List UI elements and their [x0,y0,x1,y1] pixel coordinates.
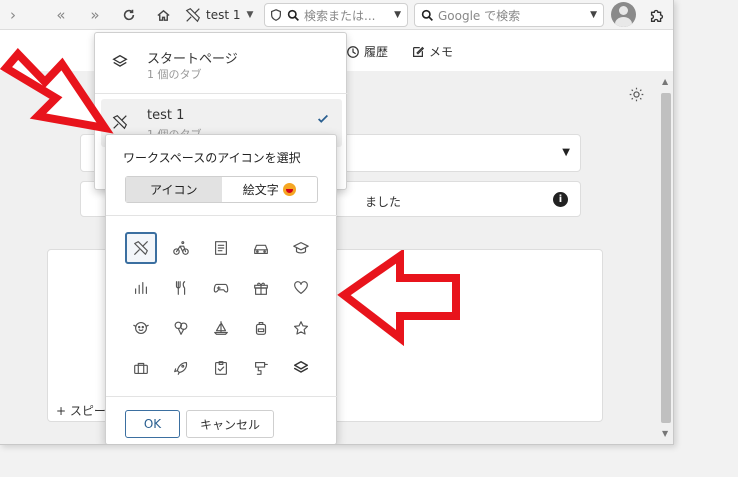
icon-picker-dialog: ワークスペースのアイコンを選択 アイコン 絵文字 OK キャンセル [105,134,338,444]
gamepad-icon[interactable] [205,272,237,304]
star-icon[interactable] [285,312,317,344]
check-icon [318,114,328,123]
face-icon[interactable] [125,312,157,344]
url-field[interactable]: 検索または... ▼ [264,3,408,27]
scrollbar[interactable]: ▲ ▼ [658,71,673,444]
layers-icon[interactable] [285,352,317,384]
extensions-icon[interactable] [646,4,668,26]
info-icon[interactable]: i [553,192,568,207]
search-engine-icon [421,9,433,21]
shield-icon [271,9,281,21]
divider [95,93,348,94]
tab-emoji[interactable]: 絵文字 [222,177,318,202]
history-bookmark[interactable]: 履歴 [346,43,388,60]
toolbar: › « » test 1 ▼ 検索または... ▼ Google で検索 ▼ [0,0,673,30]
ok-button[interactable]: OK [125,410,180,438]
balloons-icon[interactable] [165,312,197,344]
sailboat-icon[interactable] [205,312,237,344]
search-dropdown-icon[interactable]: ▼ [590,10,597,20]
briefcase-icon[interactable] [125,352,157,384]
rocket-icon[interactable] [165,352,197,384]
icon-grid [123,230,323,382]
emoji-face-icon [282,183,296,196]
speed-dial-add[interactable]: + スピー [56,402,106,419]
history-icon [347,45,359,58]
search-icon [287,9,299,21]
search-input[interactable]: Google で検索 ▼ [414,3,604,27]
bar-chart-icon[interactable] [125,272,157,304]
browser-window: › « » test 1 ▼ 検索または... ▼ Google で検索 ▼ 履… [0,0,674,445]
rewind-icon[interactable]: « [50,4,72,26]
car-icon[interactable] [245,232,277,264]
scroll-down-icon[interactable]: ▼ [662,429,668,438]
divider [106,215,338,216]
memo-bookmark[interactable]: メモ [411,43,453,60]
scroll-up-icon[interactable]: ▲ [662,77,668,86]
workspace-name: test 1 [206,8,241,22]
utensils-icon[interactable] [165,272,197,304]
workspace-item-start-page[interactable]: スタートページ 1 個のタブ [101,39,342,87]
notes-icon[interactable] [205,232,237,264]
chevron-down-icon: ▼ [246,10,254,20]
fast-forward-icon[interactable]: » [84,4,106,26]
forward-icon[interactable]: › [2,4,24,26]
travel-icon [185,7,201,23]
reload-icon[interactable] [118,4,140,26]
heart-icon[interactable] [285,272,317,304]
picker-tabs: アイコン 絵文字 [125,176,318,203]
scrollbar-thumb[interactable] [661,93,671,423]
gear-icon[interactable] [628,86,645,107]
url-dropdown-icon[interactable]: ▼ [394,10,401,20]
travel-icon[interactable] [125,232,157,264]
avatar[interactable] [611,2,636,27]
notice-text: ました [365,195,402,209]
cancel-button[interactable]: キャンセル [186,410,274,438]
drill-icon[interactable] [245,352,277,384]
clipboard-icon[interactable] [205,352,237,384]
search-placeholder: Google で検索 [438,8,521,23]
backpack-icon[interactable] [245,312,277,344]
workspace-button[interactable]: test 1 ▼ [182,3,260,27]
gift-icon[interactable] [245,272,277,304]
graduation-cap-icon[interactable] [285,232,317,264]
memo-icon [413,46,425,57]
annotation-arrow-left [0,48,114,134]
picker-title: ワークスペースのアイコンを選択 [123,151,301,165]
url-placeholder: 検索または... [304,8,376,23]
bicycle-icon[interactable] [165,232,197,264]
home-icon[interactable] [152,4,174,26]
chevron-down-icon: ▼ [562,147,570,158]
annotation-arrow-right [337,250,460,346]
divider [106,396,338,397]
tab-icons[interactable]: アイコン [126,177,222,202]
